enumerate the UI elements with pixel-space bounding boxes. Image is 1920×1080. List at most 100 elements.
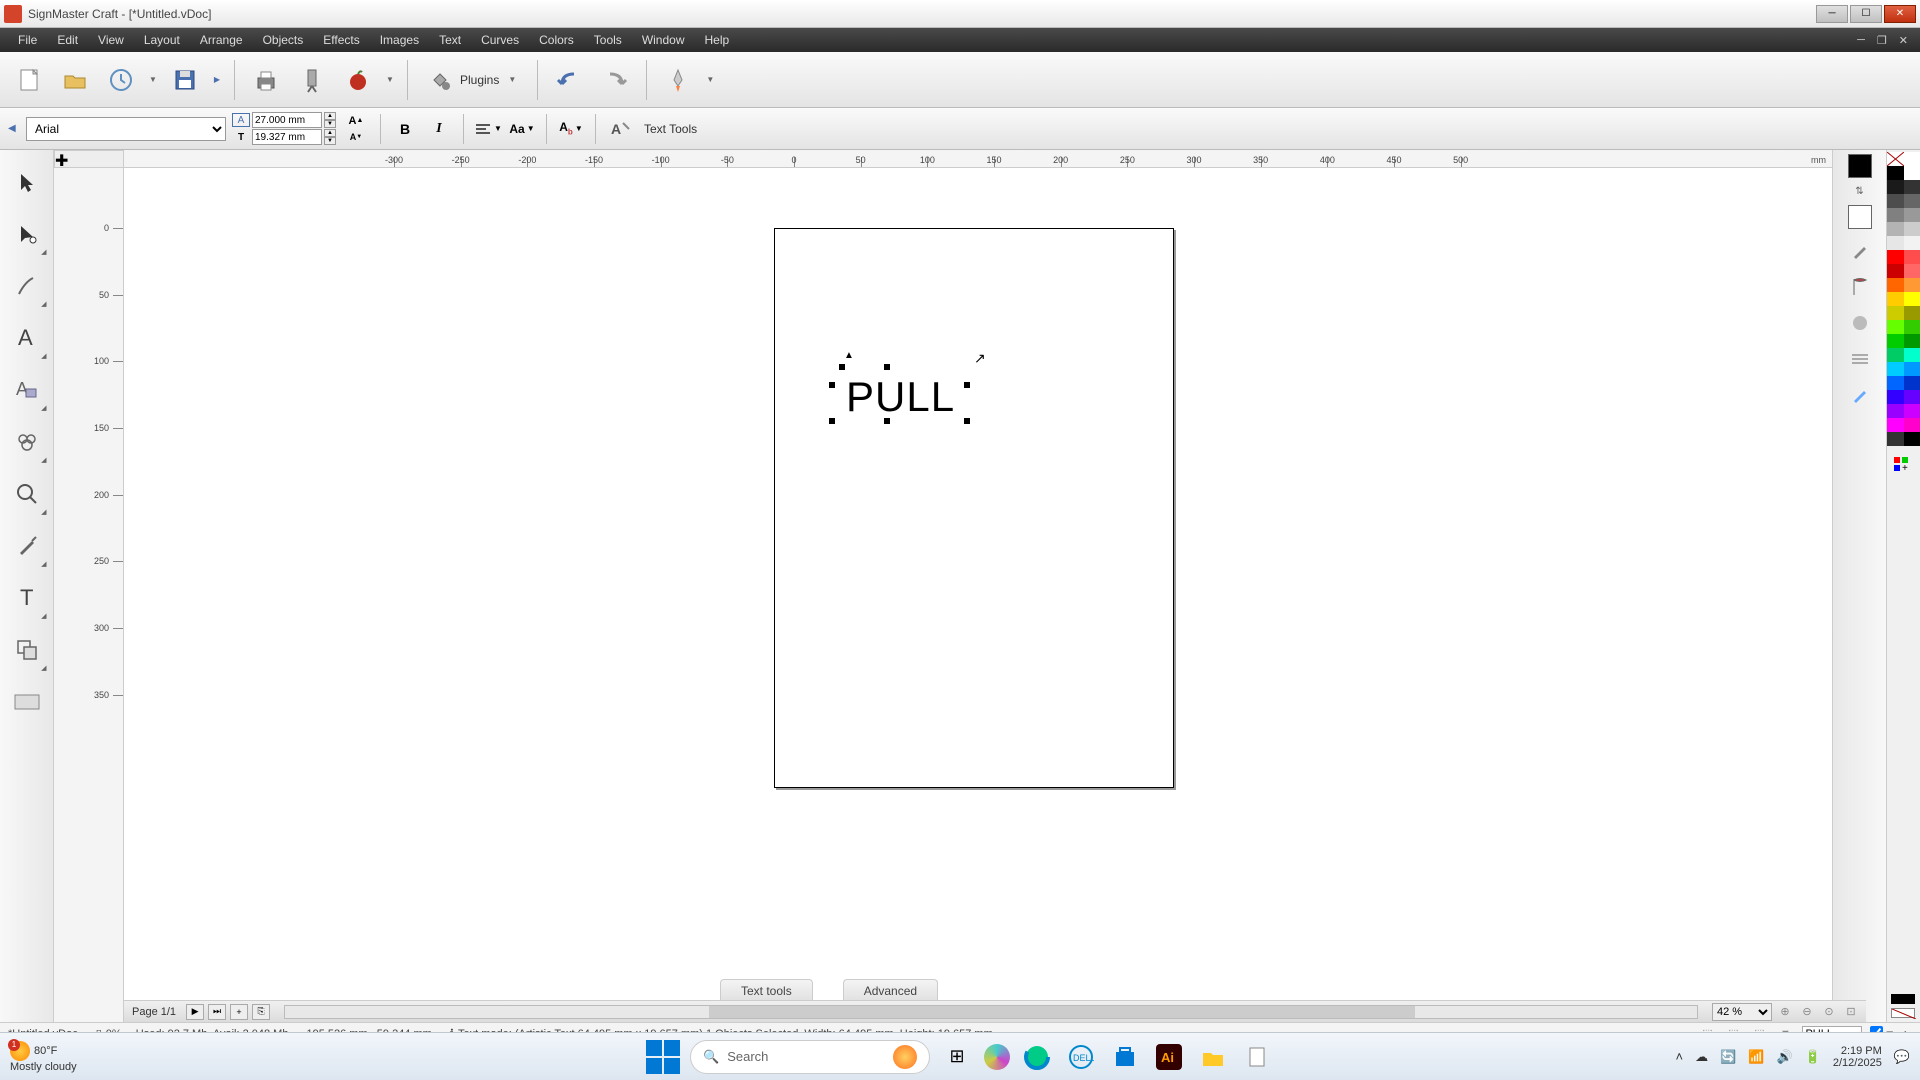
dell-icon[interactable]: DELL xyxy=(1064,1040,1098,1074)
color-swatch[interactable] xyxy=(1904,418,1920,432)
menu-effects[interactable]: Effects xyxy=(313,30,369,50)
zoom-page[interactable]: ⊡ xyxy=(1842,1003,1860,1021)
color-swatch[interactable] xyxy=(1904,236,1920,250)
plugins-dropdown[interactable]: ▼ xyxy=(505,75,519,84)
tray-notifications[interactable]: 💬 xyxy=(1894,1049,1910,1065)
start-button[interactable] xyxy=(646,1040,680,1074)
mdi-close[interactable]: ✕ xyxy=(1895,34,1912,47)
new-button[interactable] xyxy=(8,59,50,101)
pen-tool[interactable]: ◢ xyxy=(3,522,51,570)
recent-dropdown[interactable]: ▼ xyxy=(146,75,160,84)
tray-chevron[interactable]: ˄ xyxy=(1676,1049,1684,1064)
last-page[interactable]: ⏭ xyxy=(208,1004,226,1020)
menu-layout[interactable]: Layout xyxy=(134,30,190,50)
zoom-fit[interactable]: ⊙ xyxy=(1820,1003,1838,1021)
color-swatch[interactable] xyxy=(1887,264,1904,278)
fill-swatch[interactable] xyxy=(1848,154,1872,178)
ruler-origin[interactable]: ✚ xyxy=(54,150,124,168)
handle-nw[interactable] xyxy=(839,364,845,370)
color-swatch[interactable] xyxy=(1887,292,1904,306)
zoom-tool[interactable]: ◢ xyxy=(3,470,51,518)
color-swatch[interactable] xyxy=(1887,432,1904,446)
text-fx-button[interactable]: Ab▼ xyxy=(557,115,585,143)
taskbar-search[interactable]: 🔍 Search xyxy=(690,1040,930,1074)
color-swatch[interactable] xyxy=(1887,348,1904,362)
color-swatch[interactable] xyxy=(1904,250,1920,264)
mdi-restore[interactable]: ❐ xyxy=(1873,34,1891,47)
text-tool-t[interactable]: T◢ xyxy=(3,574,51,622)
tray-battery[interactable]: 🔋 xyxy=(1805,1049,1821,1065)
mdi-minimize[interactable]: ─ xyxy=(1853,34,1869,47)
font-family-select[interactable]: Arial xyxy=(26,117,226,141)
color-swatch[interactable] xyxy=(1887,390,1904,404)
color-swatch[interactable] xyxy=(1887,306,1904,320)
save-dropdown[interactable]: ▶ xyxy=(210,75,224,84)
width-up[interactable]: ▲ xyxy=(324,112,336,120)
tray-onedrive[interactable]: ☁ xyxy=(1695,1049,1708,1065)
color-swatch[interactable] xyxy=(1904,390,1920,404)
lines-tool[interactable] xyxy=(1846,345,1874,373)
color-swatch[interactable] xyxy=(1887,166,1904,180)
clipart-tool[interactable]: ◢ xyxy=(3,418,51,466)
color-swatch[interactable] xyxy=(1904,306,1920,320)
circle-tool[interactable] xyxy=(1846,309,1874,337)
color-swatch[interactable] xyxy=(1904,376,1920,390)
italic-button[interactable]: I xyxy=(425,115,453,143)
height-down[interactable]: ▼ xyxy=(324,137,336,145)
menu-edit[interactable]: Edit xyxy=(47,30,88,50)
freehand-tool[interactable]: ◢ xyxy=(3,262,51,310)
tray-volume[interactable]: 🔊 xyxy=(1777,1049,1793,1065)
color-swatch[interactable] xyxy=(1887,236,1904,250)
add-page[interactable]: + xyxy=(230,1004,248,1020)
color-swatch[interactable] xyxy=(1904,222,1920,236)
menu-view[interactable]: View xyxy=(88,30,134,50)
color-swatch[interactable] xyxy=(1887,404,1904,418)
tray-clock[interactable]: 2:19 PM 2/12/2025 xyxy=(1833,1045,1882,1069)
bold-button[interactable]: B xyxy=(391,115,419,143)
rocket-button[interactable] xyxy=(657,59,699,101)
handle-e[interactable] xyxy=(964,382,970,388)
eyedropper-tool[interactable] xyxy=(1846,237,1874,265)
vertical-ruler[interactable]: -50050100150200250300350 xyxy=(54,168,124,1022)
keyboard-tool[interactable] xyxy=(3,678,51,726)
color-swatch[interactable] xyxy=(1904,404,1920,418)
color-swatch[interactable] xyxy=(1904,166,1920,180)
color-swatch[interactable] xyxy=(1887,180,1904,194)
zoom-out[interactable]: ⊖ xyxy=(1798,1003,1816,1021)
h-scrollbar[interactable] xyxy=(284,1005,1698,1019)
current-fill[interactable] xyxy=(1891,994,1915,1004)
color-swatch[interactable] xyxy=(1904,194,1920,208)
illustrator-icon[interactable]: Ai xyxy=(1152,1040,1186,1074)
undo-button[interactable] xyxy=(548,59,590,101)
save-button[interactable] xyxy=(164,59,206,101)
zoom-in[interactable]: ⊕ xyxy=(1776,1003,1794,1021)
color-swatch[interactable] xyxy=(1887,278,1904,292)
weather-widget[interactable]: 1 80°F Mostly cloudy xyxy=(10,1041,77,1073)
menu-colors[interactable]: Colors xyxy=(529,30,584,50)
handle-n[interactable] xyxy=(884,364,890,370)
flag-tool[interactable] xyxy=(1846,273,1874,301)
signmaster-taskbar-icon[interactable] xyxy=(1240,1040,1274,1074)
color-swatch[interactable] xyxy=(1904,362,1920,376)
height-up[interactable]: ▲ xyxy=(324,129,336,137)
cut-vinyl-button[interactable] xyxy=(291,59,333,101)
menu-window[interactable]: Window xyxy=(632,30,695,50)
skew-handle[interactable]: ▲ xyxy=(844,350,854,361)
tray-wifi[interactable]: 📶 xyxy=(1748,1049,1764,1065)
tray-sync[interactable]: 🔄 xyxy=(1720,1049,1736,1065)
handle-s[interactable] xyxy=(884,418,890,424)
maximize-button[interactable]: ☐ xyxy=(1850,5,1882,23)
menu-file[interactable]: File xyxy=(8,30,47,50)
color-swatch[interactable] xyxy=(1904,278,1920,292)
color-swatch[interactable] xyxy=(1887,320,1904,334)
menu-objects[interactable]: Objects xyxy=(253,30,314,50)
color-swatch[interactable] xyxy=(1904,432,1920,446)
color-swatch[interactable] xyxy=(1904,292,1920,306)
explorer-icon[interactable] xyxy=(1196,1040,1230,1074)
brush-tool[interactable] xyxy=(1846,381,1874,409)
text-tool-a[interactable]: A◢ xyxy=(3,314,51,362)
page-options[interactable]: ⎘ xyxy=(252,1004,270,1020)
menu-text[interactable]: Text xyxy=(429,30,471,50)
menu-arrange[interactable]: Arrange xyxy=(190,30,253,50)
next-page[interactable]: ▶ xyxy=(186,1004,204,1020)
